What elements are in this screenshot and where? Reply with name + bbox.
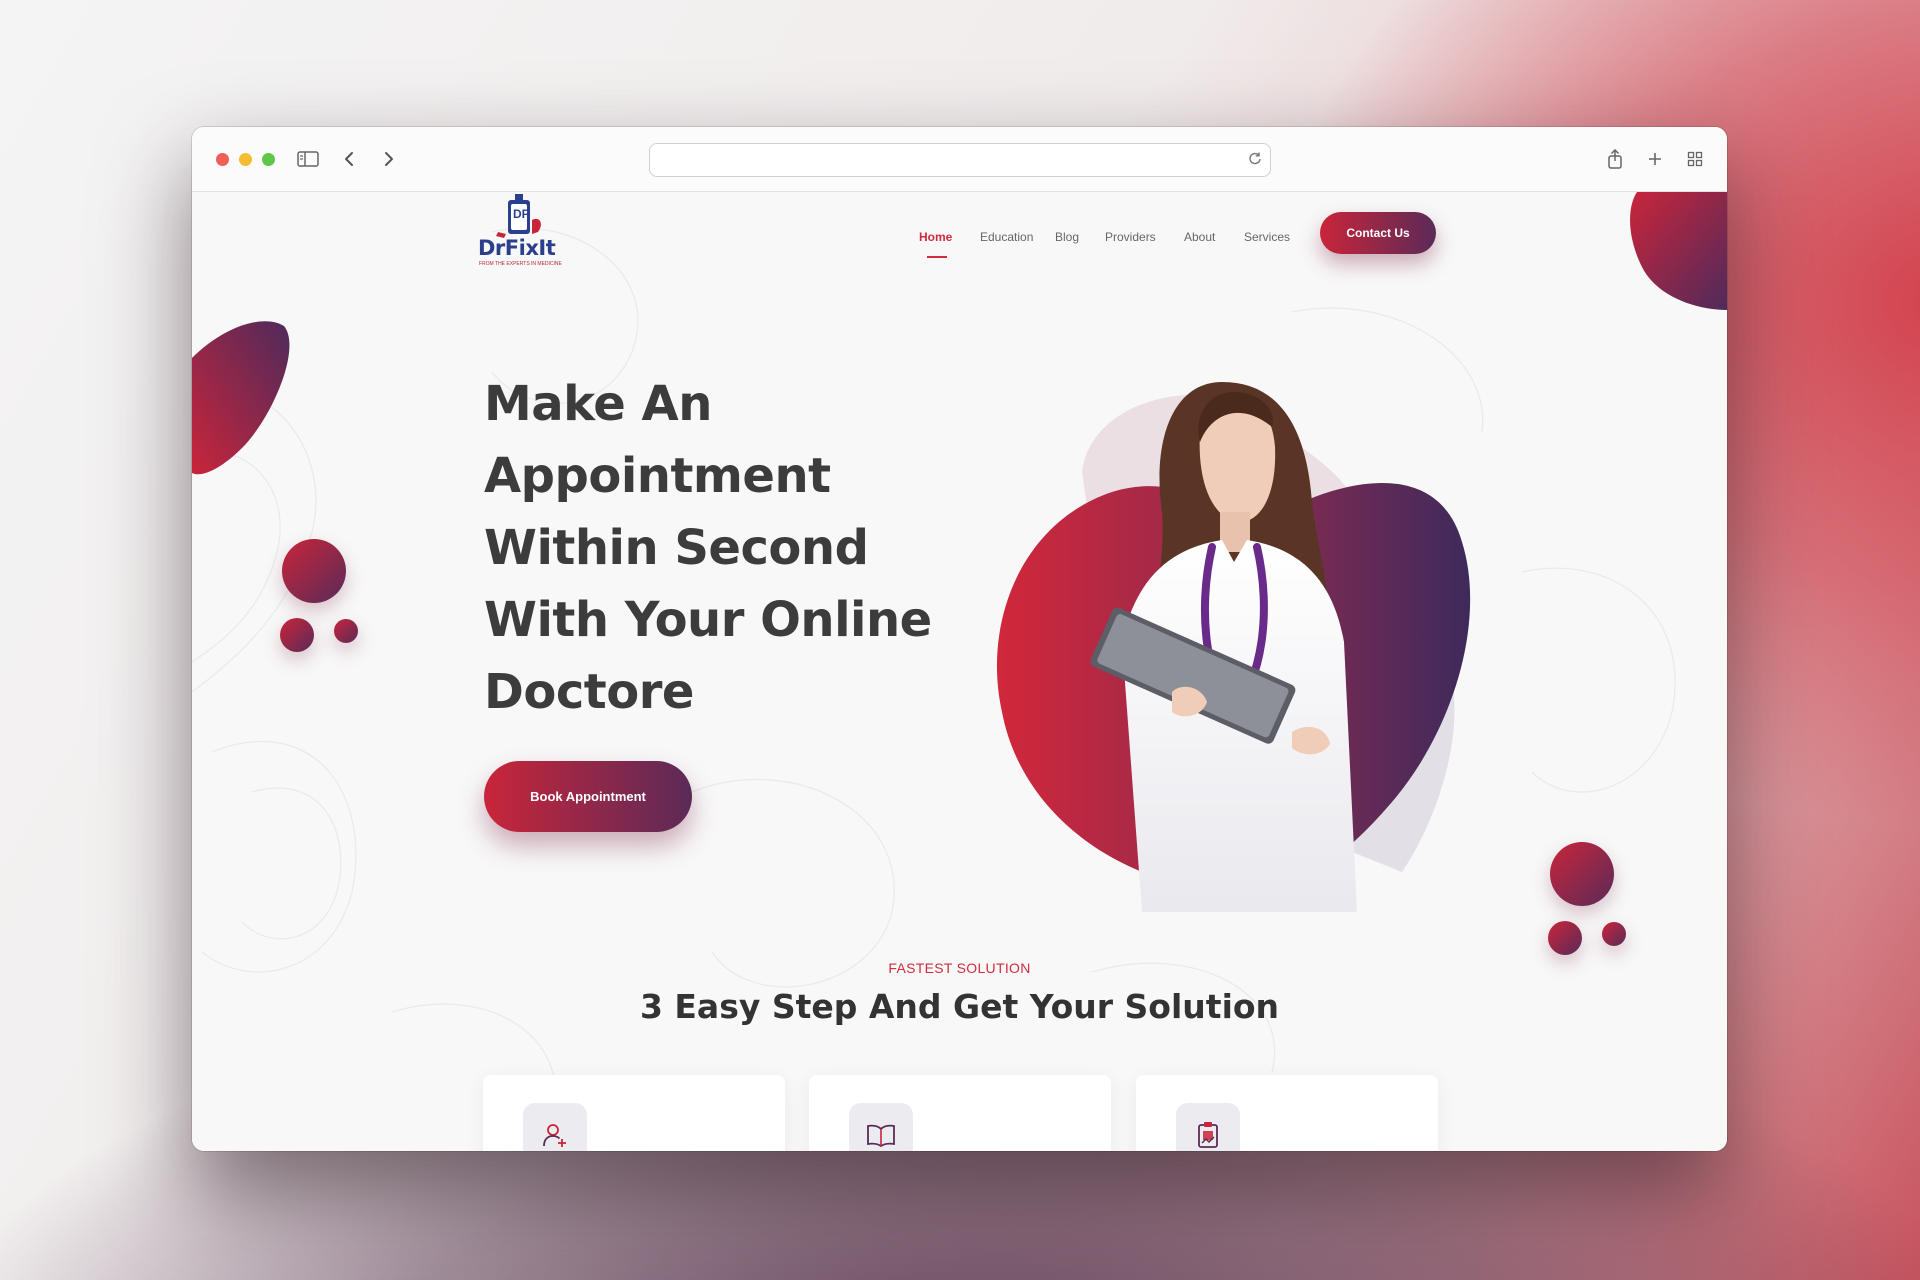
- nav-active-indicator: [927, 256, 947, 258]
- nav-providers[interactable]: Providers: [1105, 230, 1156, 244]
- decorative-blob-top-right: [1630, 192, 1727, 310]
- decorative-dot: [334, 619, 358, 643]
- step-card[interactable]: [1136, 1075, 1438, 1151]
- nav-education[interactable]: Education: [980, 230, 1033, 244]
- site-logo[interactable]: DF DrFixIt FROM THE EXPERTS IN MEDICINE: [478, 194, 572, 267]
- step-card[interactable]: [809, 1075, 1111, 1151]
- nav-blog[interactable]: Blog: [1055, 230, 1079, 244]
- nav-about[interactable]: About: [1184, 230, 1215, 244]
- section-eyebrow: FASTEST SOLUTION: [888, 960, 1031, 976]
- step-card[interactable]: [483, 1075, 785, 1151]
- decorative-dot: [1602, 922, 1626, 946]
- hero-title: Make An Appointment Within Second With Y…: [484, 368, 944, 728]
- medical-report-icon: [1176, 1103, 1240, 1151]
- hero-title-line: Within Second: [484, 520, 869, 576]
- user-add-icon: [523, 1103, 587, 1151]
- book-appointment-button[interactable]: Book Appointment: [484, 761, 692, 832]
- decorative-dot: [282, 539, 346, 603]
- decorative-dot: [1548, 921, 1582, 955]
- logo-monogram: DF: [513, 207, 529, 221]
- tab-overview-icon[interactable]: [1681, 145, 1709, 173]
- new-tab-icon[interactable]: [1641, 145, 1669, 173]
- address-bar[interactable]: [649, 143, 1271, 177]
- close-window-button[interactable]: [216, 153, 229, 166]
- hero-title-line: Appointment: [484, 448, 831, 504]
- reload-icon[interactable]: [1248, 151, 1262, 170]
- minimize-window-button[interactable]: [239, 153, 252, 166]
- logo-tagline: FROM THE EXPERTS IN MEDICINE: [479, 261, 562, 267]
- nav-services[interactable]: Services: [1244, 230, 1290, 244]
- contact-us-button[interactable]: Contact Us: [1320, 212, 1436, 254]
- hero-doctor-illustration: [996, 382, 1471, 912]
- hero-title-line: Doctore: [484, 664, 694, 720]
- logo-text: DrFixIt: [478, 236, 556, 260]
- sidebar-toggle-icon[interactable]: [294, 145, 322, 173]
- browser-window: DF DrFixIt FROM THE EXPERTS IN MEDICINE …: [192, 127, 1727, 1151]
- zoom-window-button[interactable]: [262, 153, 275, 166]
- web-page: DF DrFixIt FROM THE EXPERTS IN MEDICINE …: [192, 192, 1727, 1151]
- browser-toolbar: [192, 127, 1727, 192]
- decorative-blob-left: [192, 321, 290, 475]
- forward-icon[interactable]: [375, 145, 403, 173]
- nav-home[interactable]: Home: [919, 230, 952, 244]
- hero-title-line: Make An: [484, 376, 712, 432]
- share-icon[interactable]: [1601, 145, 1629, 173]
- hero-title-line: With Your Online: [484, 592, 932, 648]
- back-icon[interactable]: [335, 145, 363, 173]
- open-book-icon: [849, 1103, 913, 1151]
- section-title: 3 Easy Step And Get Your Solution: [639, 987, 1280, 1026]
- decorative-dot: [280, 618, 314, 652]
